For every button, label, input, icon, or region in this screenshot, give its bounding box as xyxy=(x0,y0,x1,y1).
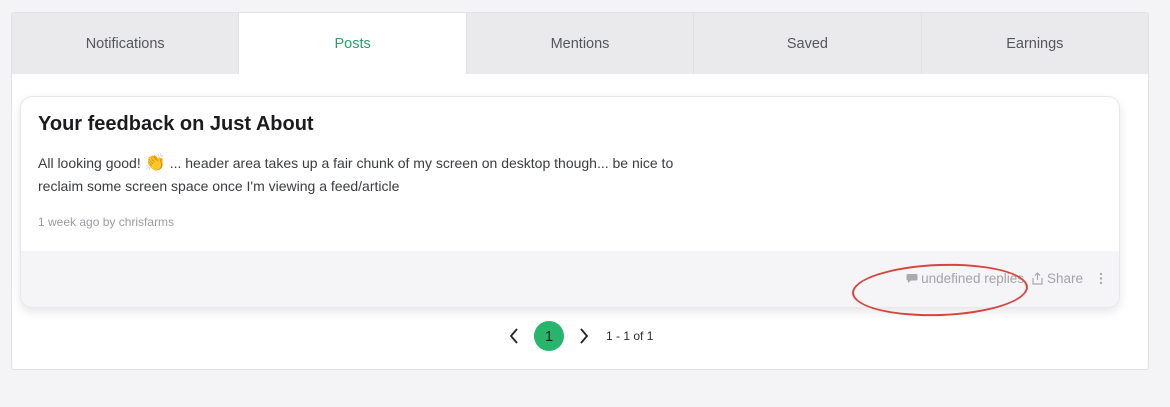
chevron-right-icon xyxy=(578,327,590,345)
page-range-label: 1 - 1 of 1 xyxy=(606,329,654,343)
post-body-start: All looking good! xyxy=(38,155,141,171)
clapping-hands-emoji: 👏 xyxy=(144,153,166,172)
post-title[interactable]: Your feedback on Just About xyxy=(38,113,314,136)
previous-page-button[interactable] xyxy=(508,327,520,345)
post-body: All looking good! 👏 ... header area take… xyxy=(38,151,688,198)
post-meta: 1 week ago by chrisfarms xyxy=(38,215,175,229)
tab-bar: Notifications Posts Mentions Saved Earni… xyxy=(12,13,1149,74)
tab-saved[interactable]: Saved xyxy=(694,13,922,74)
post-footer: undefined replies Share xyxy=(21,251,1119,307)
tab-posts[interactable]: Posts xyxy=(239,13,467,74)
pagination: 1 1 - 1 of 1 xyxy=(508,320,653,352)
tab-mentions[interactable]: Mentions xyxy=(466,13,695,74)
share-label: Share xyxy=(1046,271,1083,286)
comment-icon xyxy=(906,273,918,284)
post-card[interactable]: Your feedback on Just About All looking … xyxy=(20,96,1120,308)
more-vertical-icon xyxy=(1099,272,1103,285)
page-number-current[interactable]: 1 xyxy=(534,321,564,351)
tab-notifications[interactable]: Notifications xyxy=(12,13,240,74)
more-options-button[interactable] xyxy=(1099,272,1103,285)
chevron-left-icon xyxy=(508,327,520,345)
share-button[interactable]: Share xyxy=(1032,271,1083,286)
next-page-button[interactable] xyxy=(578,327,590,345)
share-icon xyxy=(1032,272,1043,285)
post-actions: undefined replies Share xyxy=(906,271,1103,286)
tab-earnings[interactable]: Earnings xyxy=(921,13,1149,74)
replies-label: undefined replies xyxy=(921,271,1024,286)
replies-button[interactable]: undefined replies xyxy=(906,271,1024,286)
